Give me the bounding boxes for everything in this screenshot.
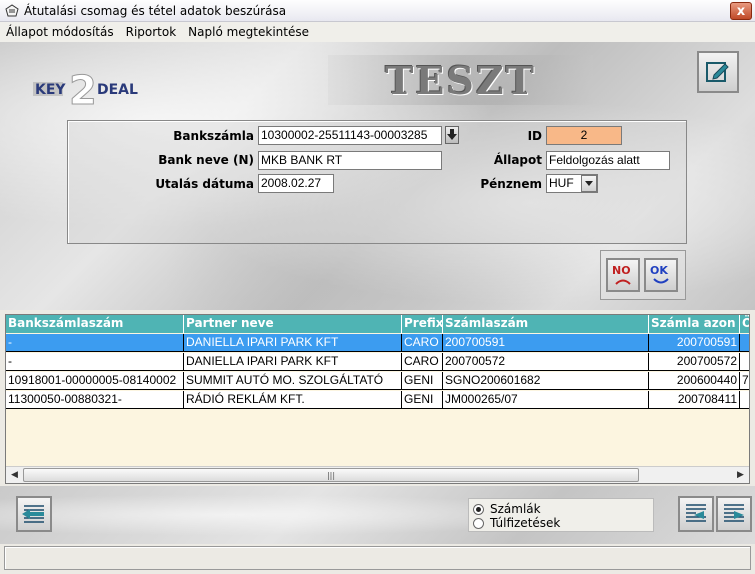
chevron-down-icon (585, 180, 593, 186)
list-back-icon (686, 504, 706, 522)
radio-tulfizetesek-label: Túlfizetések (490, 516, 561, 530)
list-forward-button[interactable] (716, 496, 752, 532)
environment-banner: TESZT (328, 55, 593, 105)
cell-bankszamlaszam: 10918001-00000005-08140002 (6, 372, 184, 390)
cell-szamlaszam: 200700572 (443, 353, 649, 371)
table-row[interactable]: - DANIELLA IPARI PARK KFT CARO 200700591… (6, 334, 749, 352)
bank-neve-field[interactable]: MKB BANK RT (258, 151, 442, 170)
radio-tulfizetesek-circle[interactable] (473, 517, 484, 529)
table-row[interactable]: 10918001-00000005-08140002 SUMMIT AUTÓ M… (6, 372, 749, 390)
cell-extra (740, 353, 749, 371)
id-field: 2 (546, 126, 622, 145)
cell-partner-neve: DANIELLA IPARI PARK KFT (184, 334, 402, 352)
title-bar: Átutalási csomag és tétel adatok beszúrá… (0, 0, 755, 22)
no-button[interactable]: NO (606, 258, 640, 292)
table-header: Bankszámlaszám Partner neve Prefix Száml… (6, 315, 749, 333)
cell-prefix: CARO (402, 353, 443, 371)
radio-szamlak-circle[interactable] (473, 503, 484, 515)
penznem-dropdown-button[interactable] (581, 175, 597, 192)
close-button[interactable]: x (730, 2, 752, 20)
svg-text:KEY: KEY (35, 82, 66, 98)
bankszamla-field[interactable]: 10300002-25511143-00003285 (258, 126, 442, 145)
svg-text:2: 2 (69, 70, 97, 110)
menu-naplo-megtekintese[interactable]: Napló megtekintése (182, 25, 315, 39)
id-label: ID (527, 129, 542, 143)
col-szamla-azon[interactable]: Számla azon (649, 315, 740, 333)
col-szamlaszam[interactable]: Számlaszám (443, 315, 649, 333)
view-selector: Számlák Túlfizetések (468, 498, 654, 532)
radio-tulfizetesek[interactable]: Túlfizetések (473, 516, 560, 530)
svg-text:NO: NO (612, 264, 631, 277)
arrow-down-icon (447, 129, 457, 140)
list-forward-icon (724, 504, 744, 522)
utalas-datuma-field[interactable]: 2008.02.27 (258, 174, 334, 193)
cell-extra: 7 (740, 372, 749, 390)
col-extra[interactable]: Ö (740, 315, 749, 333)
menu-bar: Állapot módosítás Riportok Napló megteki… (0, 22, 755, 42)
ok-button[interactable]: OK (644, 258, 678, 292)
cell-extra (740, 334, 749, 352)
cell-prefix: GENI (402, 372, 443, 390)
cell-szamlaszam: JM000265/07 (443, 391, 649, 409)
cell-szamla-azon: 200600440 (649, 372, 740, 390)
cell-extra (740, 391, 749, 409)
table-row[interactable]: 11300050-00880321- RÁDIÓ REKLÁM KFT. GEN… (6, 391, 749, 409)
radio-szamlak[interactable]: Számlák (473, 502, 541, 516)
cell-partner-neve: SUMMIT AUTÓ MO. SZOLGÁLTATÓ (184, 372, 402, 390)
cell-bankszamlaszam: - (6, 334, 184, 352)
cell-szamla-azon: 200700572 (649, 353, 740, 371)
allapot-label: Állapot (493, 153, 542, 167)
penznem-label: Pénznem (480, 177, 542, 191)
edit-icon (706, 62, 729, 82)
happy-face-icon: OK (650, 264, 669, 284)
bankszamla-lookup-button[interactable] (445, 126, 459, 144)
cell-szamlaszam: 200700591 (443, 334, 649, 352)
status-bar (4, 546, 751, 570)
cell-prefix: GENI (402, 391, 443, 409)
bankszamla-label: Bankszámla (173, 129, 254, 143)
cell-bankszamlaszam: 11300050-00880321- (6, 391, 184, 409)
cell-partner-neve: RÁDIÓ REKLÁM KFT. (184, 391, 402, 409)
sad-face-icon: NO (612, 264, 631, 285)
scroll-thumb[interactable]: ||| (23, 468, 639, 482)
bank-neve-label: Bank neve (N) (158, 153, 254, 167)
cell-bankszamlaszam: - (6, 353, 184, 371)
allapot-field: Feldolgozás alatt (546, 151, 670, 170)
scroll-left-icon[interactable]: ◀ (6, 467, 23, 483)
cell-partner-neve: DANIELLA IPARI PARK KFT (184, 353, 402, 371)
app-icon (5, 3, 19, 16)
menu-allapot-modositas[interactable]: Állapot módosítás (0, 25, 120, 39)
key2deal-logo: KEY 2 DEAL (33, 68, 161, 115)
horizontal-scrollbar[interactable]: ◀ ||| ▶ (6, 466, 749, 483)
list-back-button[interactable] (678, 496, 714, 532)
radio-szamlak-label: Számlák (490, 502, 541, 516)
window-title: Átutalási csomag és tétel adatok beszúrá… (24, 3, 287, 18)
table-row[interactable]: - DANIELLA IPARI PARK KFT CARO 200700572… (6, 353, 749, 371)
svg-text:DEAL: DEAL (97, 82, 138, 98)
svg-text:OK: OK (650, 264, 668, 277)
col-bankszamlaszam[interactable]: Bankszámlaszám (6, 315, 184, 333)
cell-szamlaszam: SGNO200601682 (443, 372, 649, 390)
cell-szamla-azon: 200708411 (649, 391, 740, 409)
transfer-back-icon (22, 505, 44, 523)
cell-prefix: CARO (402, 334, 443, 352)
items-table: Bankszámlaszám Partner neve Prefix Száml… (5, 314, 750, 484)
scroll-right-icon[interactable]: ▶ (732, 467, 749, 483)
transfer-back-button[interactable] (16, 496, 52, 532)
edit-button[interactable] (697, 51, 739, 93)
menu-riportok[interactable]: Riportok (120, 25, 183, 39)
utalas-datuma-label: Utalás dátuma (155, 177, 254, 191)
col-prefix[interactable]: Prefix (402, 315, 443, 333)
col-partner-neve[interactable]: Partner neve (184, 315, 402, 333)
cell-szamla-azon: 200700591 (649, 334, 740, 352)
